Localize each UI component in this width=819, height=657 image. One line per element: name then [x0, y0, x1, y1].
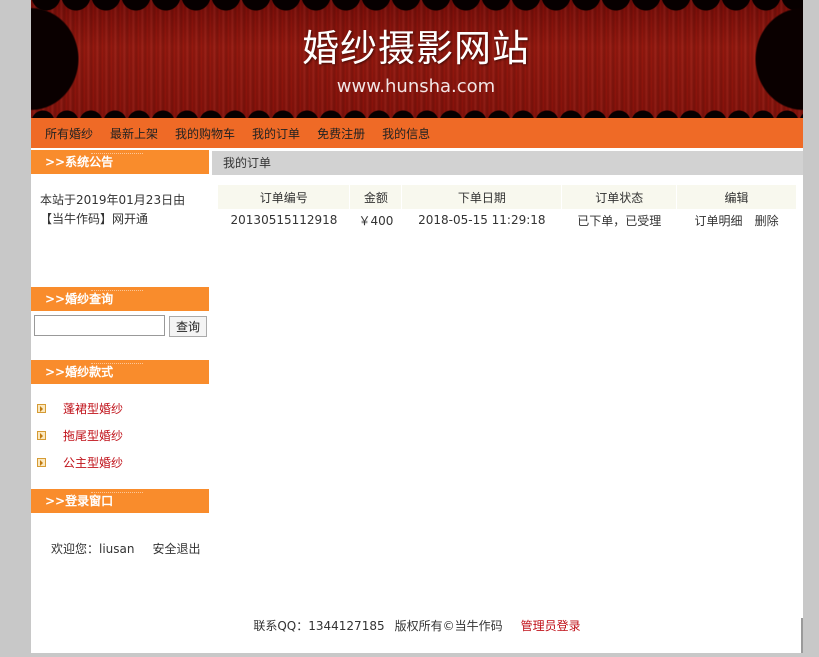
nav-all-dresses[interactable]: 所有婚纱	[45, 125, 93, 142]
nav-my-orders[interactable]: 我的订单	[252, 125, 300, 142]
bullet-icon	[37, 403, 46, 413]
styles-header: >>婚纱款式	[31, 360, 209, 384]
search-header: >>婚纱查询	[31, 287, 209, 311]
admin-login-link[interactable]: 管理员登录	[521, 619, 581, 633]
welcome-text: 欢迎您：liusan	[51, 542, 135, 556]
page: 婚纱摄影网站 www.hunsha.com 所有婚纱 最新上架 我的购物车 我的…	[31, 0, 803, 653]
page-title: 我的订单	[212, 151, 803, 175]
nav-my-cart[interactable]: 我的购物车	[175, 125, 235, 142]
curtain-bottom-decoration	[31, 100, 803, 118]
footer: 联系QQ：1344127185 版权所有©当牛作码 管理员登录	[31, 617, 803, 634]
footer-copyright: 版权所有©当牛作码	[394, 619, 503, 633]
order-amount: ￥400	[358, 213, 394, 228]
welcome-line: 欢迎您：liusan 安全退出	[51, 540, 201, 557]
bullet-icon	[37, 457, 46, 467]
nav-register[interactable]: 免费注册	[317, 125, 365, 142]
nav-my-info[interactable]: 我的信息	[382, 125, 430, 142]
col-edit: 编辑	[676, 185, 797, 209]
search-button[interactable]: 查询	[169, 316, 207, 337]
notice-text: 本站于2019年01月23日由【当牛作码】网开通	[40, 193, 186, 226]
order-detail-link[interactable]: 订单明细	[695, 214, 743, 228]
site-url: www.hunsha.com	[336, 76, 496, 97]
scrollbar-edge	[801, 618, 803, 653]
col-order-no: 订单编号	[218, 185, 351, 209]
main-nav: 所有婚纱 最新上架 我的购物车 我的订单 免费注册 我的信息	[31, 118, 803, 148]
style-link-princess[interactable]: 公主型婚纱	[63, 454, 123, 471]
nav-new-arrivals[interactable]: 最新上架	[110, 125, 158, 142]
footer-contact: 联系QQ：1344127185	[253, 619, 385, 633]
style-item: 公主型婚纱	[37, 454, 123, 470]
table-header-row: 订单编号 金额 下单日期 订单状态 编辑	[218, 185, 797, 209]
col-amount: 金额	[349, 185, 403, 209]
search-input[interactable]	[34, 315, 165, 336]
col-status: 订单状态	[561, 185, 678, 209]
order-date: 2018-05-15 11:29:18	[418, 213, 546, 227]
style-link-trailing[interactable]: 拖尾型婚纱	[63, 427, 123, 444]
site-banner: 婚纱摄影网站 www.hunsha.com	[31, 0, 803, 118]
logout-link[interactable]: 安全退出	[153, 542, 201, 556]
notice-header: >>系统公告	[31, 150, 209, 174]
style-item: 蓬裙型婚纱	[37, 400, 123, 416]
site-title: 婚纱摄影网站	[302, 27, 530, 70]
order-delete-link[interactable]: 删除	[755, 214, 779, 228]
order-no: 20130515112918	[230, 213, 338, 227]
table-row: 20130515112918 ￥400 2018-05-15 11:29:18 …	[218, 209, 797, 231]
style-item: 拖尾型婚纱	[37, 427, 123, 443]
order-actions: 订单明细 删除	[677, 209, 797, 231]
login-header: >>登录窗口	[31, 489, 209, 513]
style-link-fluffy[interactable]: 蓬裙型婚纱	[63, 400, 123, 417]
orders-table: 订单编号 金额 下单日期 订单状态 编辑 20130515112918 ￥400…	[218, 185, 797, 231]
col-date: 下单日期	[401, 185, 563, 209]
bullet-icon	[37, 430, 46, 440]
order-status: 已下单，已受理	[577, 213, 662, 228]
